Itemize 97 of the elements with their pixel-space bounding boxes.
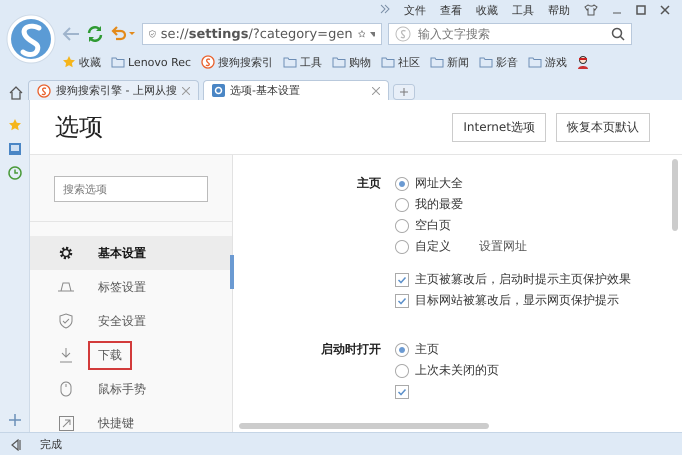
status-text: 完成 xyxy=(40,437,62,452)
menu-item[interactable]: 文件 xyxy=(404,2,426,18)
option-label: 自定义 xyxy=(415,238,451,255)
option-label: 网址大全 xyxy=(415,175,463,192)
logo-icon[interactable] xyxy=(5,13,57,65)
close-icon xyxy=(182,86,190,94)
star-icon xyxy=(62,55,76,69)
section-label: 启动时打开 xyxy=(320,341,382,358)
browser-tab[interactable]: 选项-基本设置 xyxy=(202,80,389,100)
shirt-icon[interactable] xyxy=(584,4,598,16)
scrollbar[interactable] xyxy=(239,423,489,429)
search-box[interactable]: 输入文字搜索 xyxy=(388,23,632,45)
search-icon xyxy=(611,27,625,41)
folder-icon xyxy=(528,56,542,68)
menu-item[interactable]: 帮助 xyxy=(548,2,570,18)
browser-tab[interactable]: 搜狗搜索引擎 - 上网从搜 xyxy=(28,80,199,100)
folder-icon xyxy=(332,56,346,68)
back-arrow-icon[interactable] xyxy=(62,27,80,41)
logo-icon xyxy=(395,26,411,42)
radio-button[interactable] xyxy=(395,198,409,212)
maximize-icon[interactable] xyxy=(636,5,646,15)
book-icon[interactable] xyxy=(8,142,22,156)
section-label: 主页 xyxy=(356,175,382,192)
page-title: 选项 xyxy=(55,112,104,143)
undo-icon[interactable] xyxy=(110,26,136,42)
dropdown-caret-icon xyxy=(370,32,375,36)
checkbox[interactable] xyxy=(395,384,409,398)
collapse-icon[interactable] xyxy=(10,438,22,450)
folder-icon xyxy=(111,56,125,68)
bookmark-item[interactable]: 新闻 xyxy=(430,54,470,70)
tab-icon xyxy=(57,282,75,292)
radio-button[interactable] xyxy=(395,240,409,254)
header-button[interactable]: 恢复本页默认 xyxy=(556,112,650,142)
mouse-icon xyxy=(60,381,72,397)
search-field[interactable]: 输入文字搜索 xyxy=(416,26,606,42)
bookmark-item[interactable]: 工具 xyxy=(283,54,322,70)
nav-label: 快捷键 xyxy=(96,414,135,432)
folder-icon xyxy=(283,56,298,68)
option-label: 目标网站被篡改后，显示网页保护提示 xyxy=(415,292,619,309)
radio-button[interactable] xyxy=(395,218,409,232)
logo-icon xyxy=(201,55,216,69)
star-icon[interactable] xyxy=(8,118,22,132)
nav-item[interactable]: 下载 xyxy=(30,338,232,372)
bookmark-item[interactable]: 收藏 xyxy=(62,54,101,70)
clock-icon[interactable] xyxy=(8,166,22,180)
radio-button[interactable] xyxy=(395,364,409,378)
bookmark-item[interactable]: 影音 xyxy=(479,54,518,70)
search-options-field[interactable]: 搜索选项 xyxy=(54,176,208,202)
radio-button[interactable] xyxy=(395,176,409,190)
option-label: 主页 xyxy=(415,341,439,358)
scrollbar[interactable] xyxy=(672,159,678,231)
set-url-link[interactable]: 设置网址 xyxy=(479,238,527,255)
new-tab-icon[interactable] xyxy=(392,84,415,100)
header-button[interactable]: Internet选项 xyxy=(452,112,546,142)
refresh-icon[interactable] xyxy=(86,25,104,43)
nav-item[interactable]: 安全设置 xyxy=(30,304,232,338)
nav-item[interactable]: 标签设置 xyxy=(30,270,232,304)
gear-icon xyxy=(58,245,74,261)
nav-label: 鼠标手势 xyxy=(97,380,147,398)
bookmark-item[interactable]: 游戏 xyxy=(528,54,568,70)
bookmark-item[interactable]: 搜狗搜索引 xyxy=(201,54,274,70)
gear-icon xyxy=(212,84,225,97)
download-icon xyxy=(59,347,73,363)
scroll-indicator xyxy=(230,255,234,289)
checkbox[interactable] xyxy=(395,294,409,308)
menu-item[interactable]: 查看 xyxy=(440,2,462,18)
nav-label: 安全设置 xyxy=(97,312,147,330)
bookmark-item[interactable]: 购物 xyxy=(332,54,372,70)
menu-item[interactable]: 工具 xyxy=(512,2,534,18)
logo-icon xyxy=(37,84,51,98)
plus-icon[interactable] xyxy=(8,414,20,426)
more-icon[interactable] xyxy=(380,4,390,14)
nav-label: 基本设置 xyxy=(97,244,147,262)
menu-item[interactable]: 收藏 xyxy=(476,2,498,18)
nav-item[interactable]: 鼠标手势 xyxy=(30,372,232,406)
address-field[interactable]: se://settings/?category=gen xyxy=(142,23,382,45)
nav-item[interactable]: 快捷键 xyxy=(30,406,232,440)
shortcut-icon xyxy=(58,416,74,430)
folder-icon xyxy=(381,56,396,68)
nav-label: 标签设置 xyxy=(97,278,147,296)
radio-button[interactable] xyxy=(395,342,409,356)
close-icon[interactable] xyxy=(660,5,670,15)
folder-icon xyxy=(430,56,444,68)
close-icon xyxy=(372,86,380,94)
bookmark-item[interactable]: 社区 xyxy=(381,54,420,70)
person-icon[interactable] xyxy=(577,55,590,69)
highlight-box: 下载 xyxy=(88,340,132,370)
shield-icon xyxy=(59,313,73,329)
option-label: 主页被篡改后，启动时提示主页保护效果 xyxy=(415,271,631,288)
option-label: 上次未关闭的页 xyxy=(415,362,499,379)
folder-icon xyxy=(479,56,494,68)
bookmark-item[interactable]: Lenovo Rec xyxy=(111,56,192,68)
home-icon[interactable] xyxy=(8,86,24,100)
checkbox[interactable] xyxy=(395,272,409,286)
nav-item[interactable]: 基本设置 xyxy=(30,236,232,270)
option-label: 空白页 xyxy=(415,217,451,234)
option-label: 我的最爱 xyxy=(415,196,463,213)
